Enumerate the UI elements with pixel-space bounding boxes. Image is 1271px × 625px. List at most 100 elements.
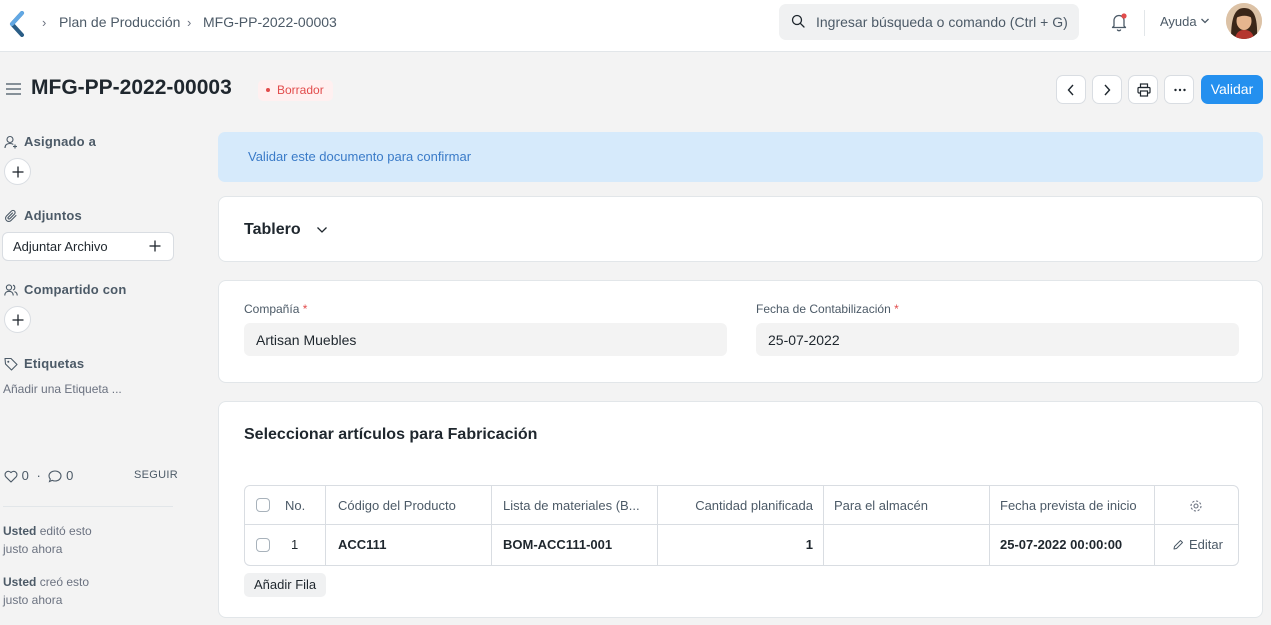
- next-doc-button[interactable]: [1092, 75, 1122, 104]
- shared-with-label: Compartido con: [24, 282, 127, 297]
- printer-icon: [1137, 83, 1151, 97]
- breadcrumb-document[interactable]: MFG-PP-2022-00003: [203, 14, 337, 30]
- table-header: No. Código del Producto Lista de materia…: [245, 486, 1238, 525]
- dashboard-section[interactable]: Tablero: [218, 196, 1263, 262]
- activity-item: Usted editó esto justo ahora: [3, 522, 92, 558]
- plus-icon: [12, 314, 24, 326]
- page-title: MFG-PP-2022-00003: [31, 76, 232, 99]
- add-tag-link[interactable]: Añadir una Etiqueta ...: [3, 382, 122, 396]
- column-header-item-code: Código del Producto: [338, 498, 456, 513]
- column-divider: [823, 486, 824, 565]
- status-label: Borrador: [277, 83, 324, 97]
- tags-label: Etiquetas: [24, 356, 85, 371]
- attach-file-label: Adjuntar Archivo: [13, 239, 108, 254]
- column-divider: [491, 486, 492, 565]
- chevron-down-icon: [317, 227, 327, 233]
- chevron-right-icon: ›: [42, 15, 47, 30]
- chevron-right-icon: ›: [187, 15, 192, 30]
- chevron-right-icon: [1104, 84, 1111, 96]
- alert-message: Validar este documento para confirmar: [248, 149, 472, 164]
- company-field[interactable]: Artisan Muebles: [244, 323, 727, 356]
- print-button[interactable]: [1128, 75, 1158, 104]
- attachments-label: Adjuntos: [24, 208, 82, 223]
- posting-date-value: 25-07-2022: [768, 332, 840, 348]
- paperclip-icon: [5, 209, 17, 222]
- plus-icon: [12, 166, 24, 178]
- company-value: Artisan Muebles: [256, 332, 357, 348]
- column-header-no: No.: [285, 498, 306, 513]
- likes-comments: 0 · 0: [4, 468, 73, 483]
- bom-cell[interactable]: BOM-ACC111-001: [503, 525, 653, 565]
- posting-date-label: Fecha de Contabilización *: [756, 302, 899, 316]
- column-header-bom: Lista de materiales (B...: [503, 498, 640, 513]
- items-table: No. Código del Producto Lista de materia…: [244, 485, 1239, 566]
- company-label: Compañía *: [244, 302, 308, 316]
- search-placeholder: Ingresar búsqueda o comando (Ctrl + G): [816, 14, 1068, 30]
- user-avatar[interactable]: [1226, 3, 1262, 39]
- settings-gear-icon[interactable]: [1189, 499, 1203, 513]
- column-divider: [325, 486, 326, 565]
- heart-icon[interactable]: [4, 470, 18, 483]
- help-menu[interactable]: Ayuda: [1160, 14, 1197, 29]
- comments-count: 0: [66, 468, 74, 483]
- add-share-button[interactable]: [4, 306, 31, 333]
- sidebar-toggle-icon[interactable]: [6, 83, 21, 95]
- column-header-planned-qty: Cantidad planificada: [695, 498, 813, 513]
- activity-action: creó esto: [39, 575, 90, 589]
- item-code-cell[interactable]: ACC111: [338, 525, 488, 565]
- dashboard-title: Tablero: [244, 221, 301, 238]
- activity-user: Usted: [3, 575, 37, 589]
- column-header-warehouse: Para el almacén: [834, 498, 928, 513]
- column-divider: [989, 486, 990, 565]
- edit-row-button[interactable]: Editar: [1173, 525, 1233, 565]
- previous-doc-button[interactable]: [1056, 75, 1086, 104]
- activity-action: editó esto: [39, 524, 92, 538]
- attach-file-button[interactable]: Adjuntar Archivo: [2, 232, 174, 261]
- chevron-left-icon: [1067, 84, 1074, 96]
- navbar-divider: [1144, 10, 1145, 36]
- row-checkbox[interactable]: [256, 538, 270, 552]
- items-section-title: Seleccionar artículos para Fabricación: [244, 426, 538, 443]
- more-actions-button[interactable]: [1164, 75, 1194, 104]
- add-user-icon: [4, 135, 17, 149]
- comment-icon[interactable]: [48, 470, 63, 483]
- add-assignee-button[interactable]: [4, 158, 31, 185]
- submit-alert: Validar este documento para confirmar: [218, 132, 1263, 182]
- posting-date-field[interactable]: 25-07-2022: [756, 323, 1239, 356]
- follow-button[interactable]: SEGUIR: [134, 469, 178, 481]
- column-divider: [657, 486, 658, 565]
- separator-dot: ·: [36, 468, 41, 483]
- warehouse-cell[interactable]: [834, 525, 984, 565]
- status-dot: [266, 87, 270, 92]
- planned-qty-cell[interactable]: 1: [658, 525, 813, 565]
- select-all-checkbox[interactable]: [256, 498, 270, 512]
- sidebar-divider: [3, 506, 173, 507]
- status-badge: Borrador: [258, 80, 333, 101]
- add-row-button[interactable]: Añadir Fila: [244, 573, 327, 597]
- activity-time: justo ahora: [3, 542, 63, 556]
- chevron-down-icon: [1201, 18, 1209, 24]
- search-input[interactable]: Ingresar búsqueda o comando (Ctrl + G): [779, 4, 1079, 40]
- details-section: Compañía * Artisan Muebles Fecha de Cont…: [218, 280, 1263, 383]
- likes-count: 0: [21, 468, 29, 483]
- app-logo-icon[interactable]: [8, 11, 26, 37]
- plus-icon: [149, 240, 161, 252]
- users-icon: [4, 284, 18, 296]
- table-row[interactable]: 1 ACC111 BOM-ACC111-001 1 25-07-2022 00:…: [245, 525, 1238, 565]
- activity-user: Usted: [3, 524, 37, 538]
- breadcrumb-production-plan[interactable]: Plan de Producción: [59, 14, 180, 30]
- ellipsis-icon: [1174, 88, 1186, 92]
- items-section: Seleccionar artículos para Fabricación N…: [218, 401, 1263, 618]
- tag-icon: [4, 357, 18, 371]
- activity-time: justo ahora: [3, 593, 63, 607]
- notification-bell-icon[interactable]: [1110, 12, 1128, 32]
- activity-item: Usted creó esto justo ahora: [3, 573, 89, 609]
- column-header-start-date: Fecha prevista de inicio: [1000, 498, 1137, 513]
- row-number: 1: [291, 537, 299, 552]
- search-icon: [791, 14, 805, 28]
- assigned-to-label: Asignado a: [24, 134, 97, 149]
- top-navbar: › Plan de Producción › MFG-PP-2022-00003…: [0, 0, 1271, 52]
- submit-button[interactable]: Validar: [1201, 75, 1263, 104]
- start-date-cell[interactable]: 25-07-2022 00:00:00: [1000, 525, 1160, 565]
- pencil-icon: [1173, 540, 1183, 550]
